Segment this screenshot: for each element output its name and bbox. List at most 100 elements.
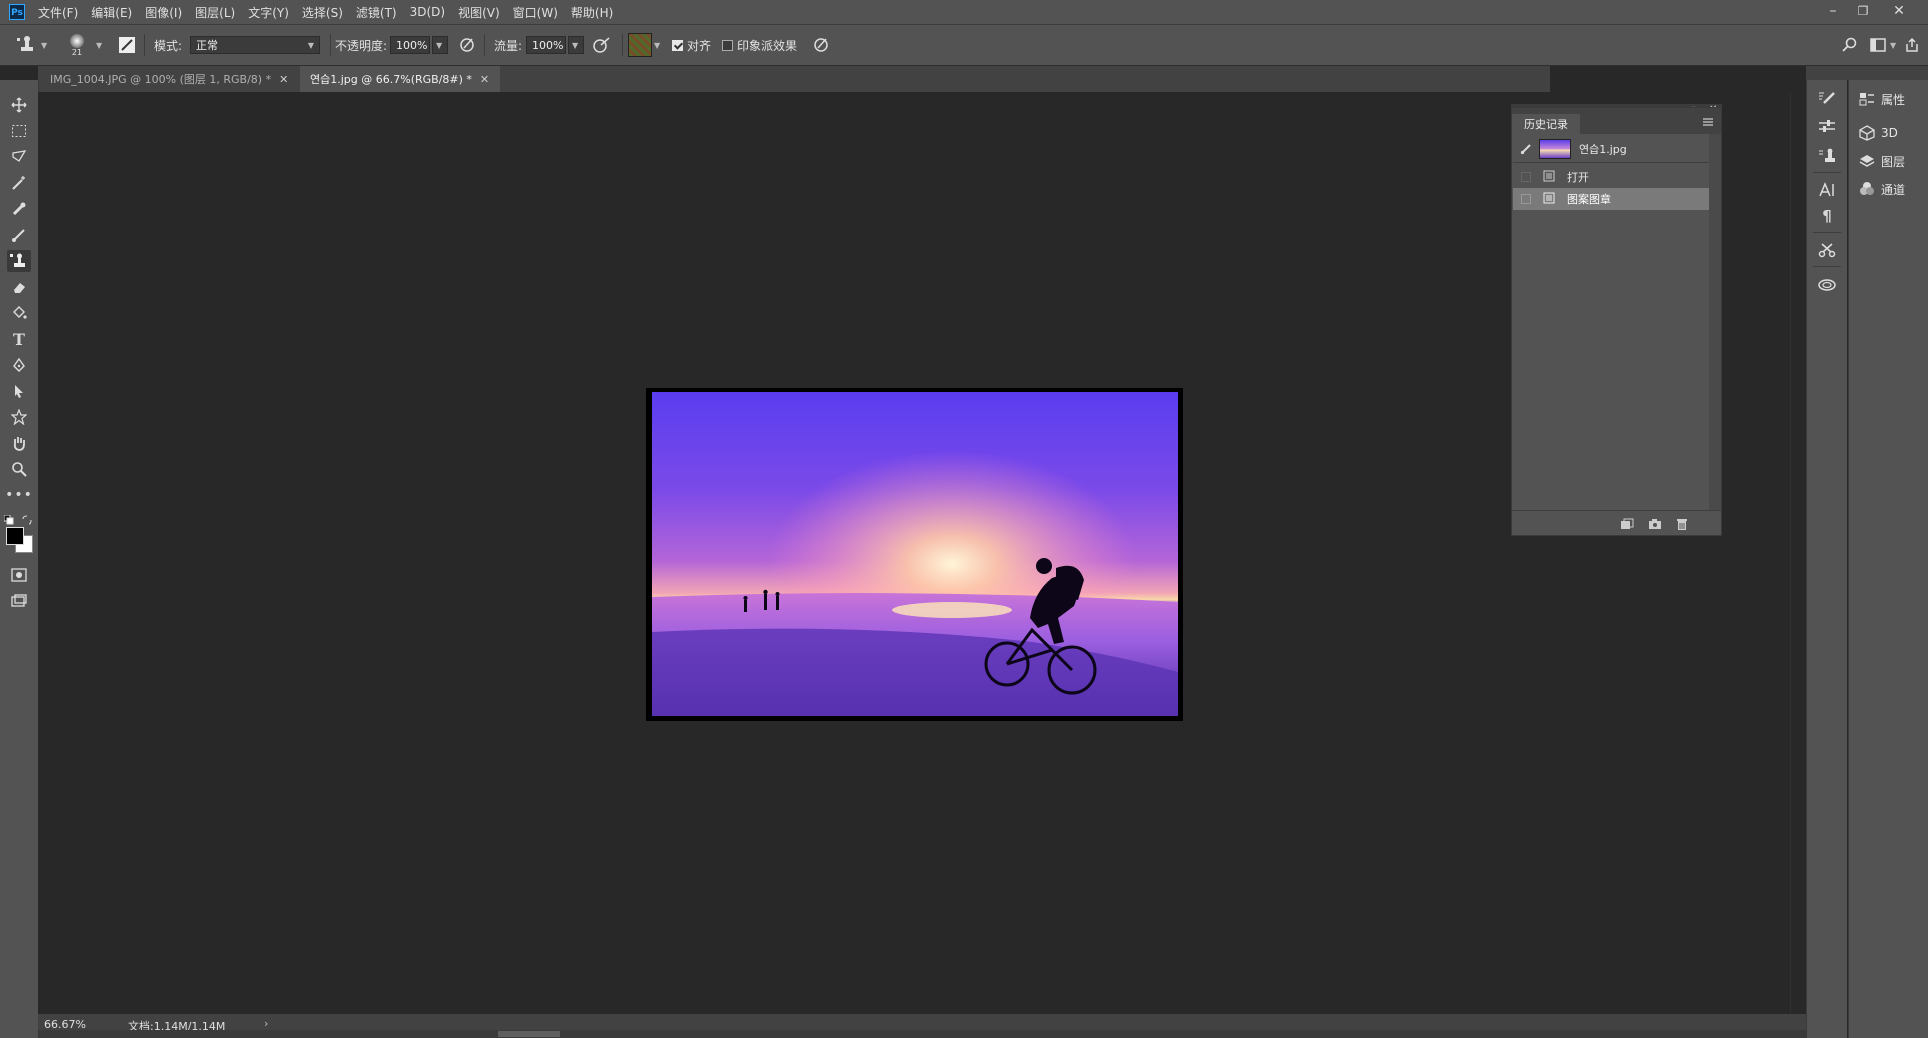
tab-yeonseup1[interactable]: 연습1.jpg @ 66.7%(RGB/8#) * ✕ bbox=[300, 66, 500, 92]
create-snapshot-button[interactable] bbox=[1648, 518, 1662, 533]
quick-mask-button[interactable] bbox=[7, 564, 31, 586]
menu-select[interactable]: 选择(S) bbox=[302, 4, 343, 21]
impressionist-check[interactable] bbox=[722, 39, 733, 51]
eyedropper-tool[interactable] bbox=[7, 198, 31, 220]
layers-panel-tab[interactable]: 图层 bbox=[1859, 150, 1905, 172]
camera-icon bbox=[1649, 519, 1661, 529]
tab-img-1004[interactable]: IMG_1004.JPG @ 100% (图层 1, RGB/8) * ✕ bbox=[40, 66, 300, 92]
history-item-pattern-stamp[interactable]: 图案图章 bbox=[1513, 188, 1709, 210]
status-menu-arrow[interactable]: › bbox=[264, 1017, 268, 1030]
aligned-check[interactable] bbox=[672, 39, 683, 51]
lasso-tool[interactable] bbox=[7, 146, 31, 168]
menu-filter[interactable]: 滤镜(T) bbox=[356, 4, 397, 21]
tool-preset-picker[interactable]: ▼ bbox=[16, 25, 47, 65]
swap-colors-button[interactable] bbox=[22, 514, 32, 528]
tab-label: IMG_1004.JPG @ 100% (图层 1, RGB/8) * bbox=[50, 73, 272, 86]
tools-panel-button[interactable] bbox=[1817, 240, 1837, 260]
divider bbox=[1813, 172, 1841, 173]
aligned-label: 对齐 bbox=[687, 38, 712, 53]
separator bbox=[484, 34, 485, 56]
delete-state-button[interactable] bbox=[1676, 518, 1688, 534]
menu-file[interactable]: 文件(F) bbox=[38, 4, 78, 21]
path-selection-tool[interactable] bbox=[7, 380, 31, 402]
eraser-tool[interactable] bbox=[7, 276, 31, 298]
new-document-from-state-button[interactable] bbox=[1620, 518, 1634, 533]
pressure-opacity-button[interactable] bbox=[458, 25, 476, 65]
history-item-open[interactable]: 打开 bbox=[1513, 166, 1709, 188]
more-tools[interactable]: ••• bbox=[5, 484, 32, 506]
horizontal-scrollbar[interactable] bbox=[38, 1030, 1806, 1038]
scrollbar-thumb[interactable] bbox=[498, 1031, 560, 1037]
flow-input[interactable]: 100% bbox=[526, 36, 566, 54]
close-icon[interactable]: ✕ bbox=[279, 73, 288, 86]
menu-window[interactable]: 窗口(W) bbox=[513, 4, 558, 21]
menu-3d[interactable]: 3D(D) bbox=[410, 5, 445, 19]
opacity-input[interactable]: 100% bbox=[390, 36, 430, 54]
panel-tab-strip: 属性 3D 图层 通道 bbox=[1848, 80, 1928, 1038]
magic-wand-tool[interactable] bbox=[7, 172, 31, 194]
marquee-tool[interactable] bbox=[7, 120, 31, 142]
brush-preset-picker[interactable]: 21 bbox=[70, 25, 84, 65]
mode-select[interactable]: 正常 ▼ bbox=[190, 36, 320, 54]
channels-panel-tab[interactable]: 通道 bbox=[1859, 178, 1905, 200]
history-source-check[interactable] bbox=[1521, 194, 1531, 204]
collapsed-panel-strip: ¶ bbox=[1806, 80, 1847, 1038]
brush-settings-panel-button[interactable] bbox=[1817, 88, 1837, 108]
pattern-picker[interactable]: ▼ bbox=[628, 25, 660, 65]
document-image[interactable] bbox=[652, 392, 1178, 716]
hand-tool[interactable] bbox=[7, 432, 31, 454]
layers-label: 图层 bbox=[1881, 154, 1906, 169]
pattern-stamp-tool[interactable] bbox=[7, 250, 31, 272]
pressure-size-button[interactable] bbox=[812, 25, 830, 65]
clone-source-panel-button[interactable] bbox=[1817, 116, 1837, 136]
type-tool[interactable]: T bbox=[7, 328, 31, 350]
restore-button[interactable]: ❐ bbox=[1848, 0, 1878, 24]
history-brush-source-icon[interactable] bbox=[1517, 143, 1535, 155]
brush-chevron[interactable]: ▼ bbox=[96, 25, 102, 65]
menu-image[interactable]: 图像(I) bbox=[145, 4, 182, 21]
flow-slider-toggle[interactable]: ▼ bbox=[568, 36, 584, 54]
3d-panel-tab[interactable]: 3D bbox=[1859, 122, 1898, 144]
screen-mode-button[interactable] bbox=[7, 590, 31, 612]
search-button[interactable] bbox=[1842, 25, 1858, 65]
tool-presets-panel-button[interactable] bbox=[1817, 146, 1837, 166]
close-button[interactable]: ✕ bbox=[1884, 0, 1914, 24]
foreground-color-swatch[interactable] bbox=[6, 527, 24, 545]
history-tab[interactable]: 历史记录 bbox=[1512, 114, 1580, 134]
close-icon[interactable]: ✕ bbox=[480, 73, 489, 86]
history-source-check[interactable] bbox=[1521, 172, 1531, 182]
impressionist-checkbox[interactable]: 印象派效果 bbox=[722, 25, 797, 65]
paint-bucket-tool[interactable] bbox=[7, 302, 31, 324]
panel-menu-icon[interactable] bbox=[1702, 116, 1714, 130]
custom-shape-tool[interactable] bbox=[7, 406, 31, 428]
menu-type[interactable]: 文字(Y) bbox=[248, 4, 289, 21]
default-colors-button[interactable] bbox=[3, 514, 14, 528]
pen-tool[interactable] bbox=[7, 354, 31, 376]
move-tool[interactable] bbox=[7, 94, 31, 116]
menu-layer[interactable]: 图层(L) bbox=[195, 4, 235, 21]
swap-colors-icon bbox=[22, 515, 32, 525]
airbrush-icon bbox=[593, 37, 610, 53]
vertical-scrollbar[interactable] bbox=[1790, 92, 1807, 1014]
opacity-slider-toggle[interactable]: ▼ bbox=[432, 36, 448, 54]
aligned-checkbox[interactable]: 对齐 bbox=[672, 25, 711, 65]
brush-tool[interactable] bbox=[7, 224, 31, 246]
photoshop-logo[interactable]: Ps bbox=[9, 4, 25, 20]
share-button[interactable] bbox=[1904, 25, 1920, 65]
properties-panel-tab[interactable]: 属性 bbox=[1859, 88, 1905, 110]
workspace-switcher[interactable]: ▼ bbox=[1870, 25, 1896, 65]
brush-panel-toggle[interactable] bbox=[118, 25, 136, 65]
minimize-button[interactable]: – bbox=[1818, 0, 1848, 24]
3d-label: 3D bbox=[1881, 126, 1898, 140]
character-panel-button[interactable] bbox=[1817, 180, 1837, 200]
menu-help[interactable]: 帮助(H) bbox=[571, 4, 613, 21]
history-scrollbar[interactable] bbox=[1709, 134, 1721, 510]
menu-view[interactable]: 视图(V) bbox=[458, 4, 500, 21]
paragraph-panel-button[interactable]: ¶ bbox=[1817, 206, 1837, 226]
history-snapshot[interactable]: 연습1.jpg bbox=[1513, 138, 1709, 160]
airbrush-button[interactable] bbox=[592, 25, 612, 65]
menu-edit[interactable]: 编辑(E) bbox=[91, 4, 132, 21]
libraries-panel-button[interactable] bbox=[1817, 274, 1837, 294]
sunset-cyclist-photo bbox=[652, 392, 1178, 716]
zoom-tool[interactable] bbox=[7, 458, 31, 480]
